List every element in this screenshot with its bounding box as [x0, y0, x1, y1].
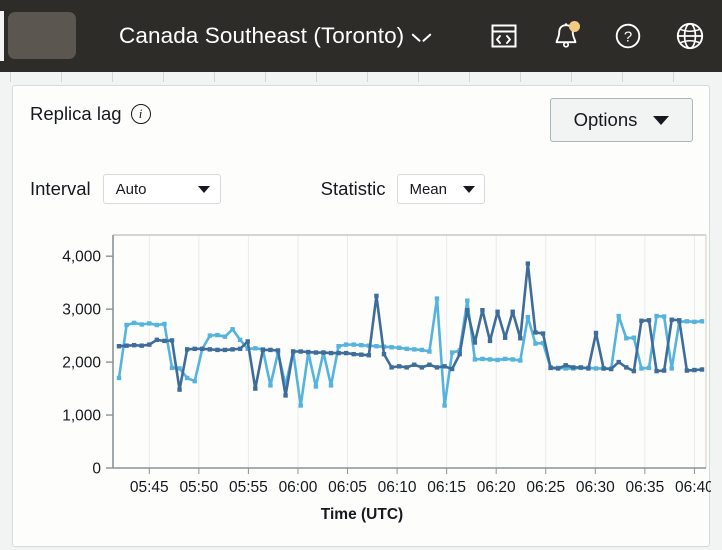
options-button-label: Options — [574, 109, 638, 131]
globe-icon[interactable] — [672, 18, 708, 54]
svg-text:2,000: 2,000 — [62, 355, 101, 372]
svg-text:06:25: 06:25 — [526, 479, 565, 496]
svg-text:0: 0 — [92, 461, 101, 478]
svg-text:06:30: 06:30 — [576, 479, 615, 496]
chevron-down-icon — [463, 186, 475, 193]
svg-text:3,000: 3,000 — [62, 302, 101, 319]
chevron-down-icon — [198, 186, 210, 193]
statistic-label: Statistic — [321, 178, 386, 200]
statistic-select-value: Mean — [409, 181, 447, 198]
logo-placeholder[interactable] — [8, 12, 76, 59]
interval-select[interactable]: Auto — [103, 174, 221, 204]
cloudshell-icon[interactable] — [486, 18, 522, 54]
chart-controls: Interval Auto Statistic Mean — [30, 174, 485, 204]
replica-lag-widget: Replica lag i Options Interval Auto Stat… — [12, 85, 710, 547]
x-axis-title: Time (UTC) — [13, 506, 711, 524]
interval-control: Interval Auto — [30, 174, 221, 204]
interval-label: Interval — [30, 178, 91, 200]
page-title: Replica lag — [30, 103, 122, 125]
svg-text:1,000: 1,000 — [62, 408, 101, 425]
svg-text:06:10: 06:10 — [378, 479, 417, 496]
svg-text:4,000: 4,000 — [62, 249, 101, 266]
statistic-select[interactable]: Mean — [397, 174, 485, 204]
bell-icon[interactable] — [548, 18, 584, 54]
svg-text:06:15: 06:15 — [427, 479, 466, 496]
options-button[interactable]: Options — [550, 98, 693, 142]
svg-text:06:00: 06:00 — [279, 479, 318, 496]
region-selector-label: Canada Southeast (Toronto) — [119, 23, 404, 49]
help-icon[interactable]: ? — [610, 18, 646, 54]
svg-text:?: ? — [624, 28, 632, 45]
svg-text:06:35: 06:35 — [625, 479, 664, 496]
interval-select-value: Auto — [116, 181, 147, 198]
top-navigation-bar: Canada Southeast (Toronto) ? — [0, 0, 722, 72]
nav-left-edge — [0, 11, 4, 61]
svg-text:05:55: 05:55 — [229, 479, 268, 496]
statistic-control: Statistic Mean — [321, 174, 486, 204]
region-selector[interactable]: Canada Southeast (Toronto) — [119, 0, 430, 72]
caret-down-icon — [653, 116, 669, 125]
chart-canvas: 05:45 05:50 05:55 06:00 06:05 06:10 06:15 06:20… — [13, 221, 711, 521]
svg-text:06:40: 06:40 — [675, 479, 711, 496]
widget-header: Replica lag i — [30, 103, 151, 125]
replica-lag-chart: 05:45 05:50 05:55 06:00 06:05 06:10 06:15 06:20… — [13, 221, 711, 521]
page-top-ruler — [0, 72, 722, 82]
nav-icon-group: ? — [486, 0, 708, 72]
info-icon[interactable]: i — [131, 104, 151, 124]
svg-text:06:05: 06:05 — [328, 479, 367, 496]
svg-text:06:20: 06:20 — [477, 479, 516, 496]
notification-badge — [569, 21, 580, 32]
svg-text:05:50: 05:50 — [179, 479, 218, 496]
svg-text:05:45: 05:45 — [130, 479, 169, 496]
replica-lag-light — [117, 296, 704, 407]
chevron-down-icon — [413, 33, 430, 43]
